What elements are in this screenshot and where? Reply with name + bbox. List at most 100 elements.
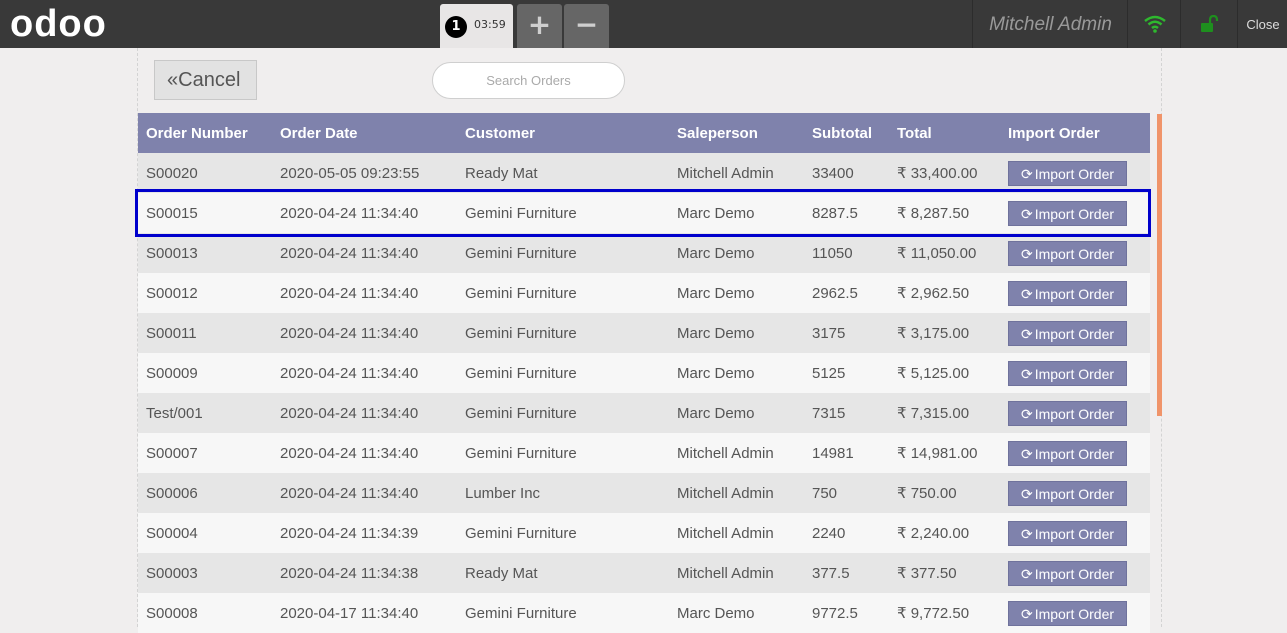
- import-order-button[interactable]: ⟳ Import Order: [1008, 320, 1127, 346]
- cell-order: S00007: [146, 444, 198, 462]
- cell-total: ₹ 7,315.00: [897, 405, 970, 422]
- import-order-button[interactable]: ⟳ Import Order: [1008, 160, 1127, 186]
- cell-date: 2020-04-24 11:34:39: [280, 524, 419, 542]
- cell-salesperson: Mitchell Admin: [677, 484, 774, 502]
- scrollbar[interactable]: [1157, 114, 1162, 416]
- table-row[interactable]: S00007 2020-04-24 11:34:40 Gemini Furnitur…: [138, 433, 1150, 473]
- lock-status[interactable]: [1180, 0, 1237, 48]
- refresh-icon: ⟳: [1020, 365, 1033, 382]
- import-order-label: Import Order: [1034, 245, 1115, 262]
- import-order-label: Import Order: [1034, 485, 1115, 502]
- import-order-button[interactable]: ⟳ Import Order: [1008, 560, 1127, 586]
- new-order-button[interactable]: +: [517, 4, 562, 48]
- cell-total: ₹ 8,287.50: [897, 205, 970, 222]
- table-row[interactable]: S00020 2020-05-05 09:23:55 Ready Mat Mitche…: [138, 153, 1150, 193]
- cell-total: ₹ 5,125.00: [897, 365, 970, 382]
- import-order-button[interactable]: ⟳ Import Order: [1008, 240, 1127, 266]
- table-row[interactable]: S00008 2020-04-17 11:34:40 Gemini Furnitur…: [138, 593, 1150, 633]
- cell-salesperson: Mitchell Admin: [677, 444, 774, 462]
- cell-subtotal: 2962.5: [812, 284, 858, 302]
- cell-order: S00009: [146, 364, 198, 382]
- cell-action: ⟳ Import Order: [1000, 233, 1150, 273]
- header-order-date: Order Date: [280, 124, 358, 142]
- orders-table: Order Number Order Date Customer Saleper…: [138, 113, 1150, 633]
- top-bar: odoo 1 03:59 + − Mitchell Admin Close: [0, 0, 1287, 48]
- header-customer: Customer: [465, 124, 536, 142]
- cell-action: ⟳ Import Order: [1000, 433, 1150, 473]
- table-row[interactable]: S00006 2020-04-24 11:34:40 Lumber Inc Mitch…: [138, 473, 1150, 513]
- header-total: Total: [897, 124, 932, 142]
- table-row[interactable]: S00011 2020-04-24 11:34:40 Gemini Furnitur…: [138, 313, 1150, 353]
- refresh-icon: ⟳: [1020, 525, 1033, 542]
- cell-order: S00013: [146, 244, 198, 262]
- cell-order: S00015: [146, 204, 198, 222]
- table-row[interactable]: Test/001 2020-04-24 11:34:40 Gemini Furnit…: [138, 393, 1150, 433]
- cell-order: Test/001: [146, 404, 203, 422]
- table-row[interactable]: S00015 2020-04-24 11:34:40 Gemini Furnitur…: [138, 193, 1150, 233]
- wifi-status[interactable]: [1127, 0, 1181, 48]
- refresh-icon: ⟳: [1020, 245, 1033, 262]
- cell-date: 2020-04-24 11:34:40: [280, 404, 419, 422]
- refresh-icon: ⟳: [1020, 405, 1033, 422]
- table-row[interactable]: S00003 2020-04-24 11:34:38 Ready Mat Mitche…: [138, 553, 1150, 593]
- unlock-icon: [1201, 15, 1219, 32]
- close-button[interactable]: Close: [1237, 0, 1287, 48]
- refresh-icon: ⟳: [1020, 485, 1033, 502]
- header-order-number: Order Number: [146, 124, 248, 142]
- refresh-icon: ⟳: [1020, 165, 1033, 182]
- cell-total: ₹ 9,772.50: [897, 605, 970, 622]
- import-order-label: Import Order: [1034, 525, 1115, 542]
- order-tab[interactable]: 1 03:59: [440, 4, 513, 48]
- table-row[interactable]: S00012 2020-04-24 11:34:40 Gemini Furnitur…: [138, 273, 1150, 313]
- cell-date: 2020-04-24 11:34:40: [280, 444, 419, 462]
- cell-customer: Ready Mat: [465, 164, 538, 182]
- cell-salesperson: Marc Demo: [677, 364, 755, 382]
- cell-action: ⟳ Import Order: [1000, 393, 1150, 433]
- import-order-button[interactable]: ⟳ Import Order: [1008, 520, 1127, 546]
- import-order-button[interactable]: ⟳ Import Order: [1008, 440, 1127, 466]
- cell-customer: Gemini Furniture: [465, 444, 577, 462]
- header-subtotal: Subtotal: [812, 124, 872, 142]
- cell-order: S00004: [146, 524, 198, 542]
- import-order-button[interactable]: ⟳ Import Order: [1008, 600, 1127, 626]
- cell-subtotal: 9772.5: [812, 604, 858, 622]
- cell-action: ⟳ Import Order: [1000, 353, 1150, 393]
- cell-date: 2020-04-24 11:34:40: [280, 484, 419, 502]
- cell-action: ⟳ Import Order: [1000, 593, 1150, 633]
- table-row[interactable]: S00009 2020-04-24 11:34:40 Gemini Furnitur…: [138, 353, 1150, 393]
- cell-date: 2020-04-24 11:34:38: [280, 564, 419, 582]
- table-header-row: Order Number Order Date Customer Saleper…: [138, 113, 1150, 153]
- cell-total: ₹ 377.50: [897, 565, 957, 582]
- import-order-label: Import Order: [1034, 205, 1115, 222]
- cell-salesperson: Marc Demo: [677, 284, 755, 302]
- wifi-icon: [1143, 15, 1166, 33]
- cell-action: ⟳ Import Order: [1000, 193, 1150, 233]
- cell-total: ₹ 2,240.00: [897, 525, 970, 542]
- import-order-label: Import Order: [1034, 565, 1115, 582]
- import-order-button[interactable]: ⟳ Import Order: [1008, 280, 1127, 306]
- table-row[interactable]: S00013 2020-04-24 11:34:40 Gemini Furnitur…: [138, 233, 1150, 273]
- header-salesperson: Saleperson: [677, 124, 758, 142]
- refresh-icon: ⟳: [1020, 565, 1033, 582]
- cell-customer: Gemini Furniture: [465, 204, 577, 222]
- cancel-button[interactable]: «Cancel: [154, 60, 257, 100]
- cell-salesperson: Mitchell Admin: [677, 524, 774, 542]
- cell-customer: Gemini Furniture: [465, 604, 577, 622]
- import-order-button[interactable]: ⟳ Import Order: [1008, 480, 1127, 506]
- import-order-label: Import Order: [1034, 405, 1115, 422]
- cell-date: 2020-05-05 09:23:55: [280, 164, 420, 182]
- cell-order: S00011: [146, 324, 197, 342]
- import-order-button[interactable]: ⟳ Import Order: [1008, 360, 1127, 386]
- user-name[interactable]: Mitchell Admin: [972, 0, 1128, 48]
- cell-customer: Gemini Furniture: [465, 364, 577, 382]
- cell-total: ₹ 33,400.00: [897, 165, 978, 182]
- cell-order: S00006: [146, 484, 198, 502]
- import-order-button[interactable]: ⟳ Import Order: [1008, 400, 1127, 426]
- cell-total: ₹ 2,962.50: [897, 285, 970, 302]
- search-orders-input[interactable]: Search Orders: [432, 62, 625, 99]
- import-order-button[interactable]: ⟳ Import Order: [1008, 200, 1127, 226]
- table-row[interactable]: S00004 2020-04-24 11:34:39 Gemini Furnitur…: [138, 513, 1150, 553]
- refresh-icon: ⟳: [1020, 325, 1033, 342]
- delete-order-button[interactable]: −: [564, 4, 609, 48]
- cell-customer: Gemini Furniture: [465, 284, 577, 302]
